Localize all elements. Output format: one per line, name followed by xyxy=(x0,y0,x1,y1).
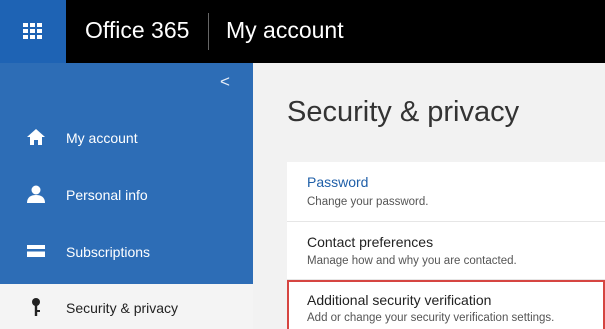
settings-list: Password Change your password. Contact p… xyxy=(287,162,605,329)
home-icon xyxy=(27,129,45,145)
sidebar-item-my-account[interactable]: My account xyxy=(0,113,253,163)
person-icon xyxy=(27,185,45,203)
sidebar-item-label: Personal info xyxy=(66,187,148,203)
top-bar: Office 365 My account xyxy=(0,0,605,63)
app-launcher-button[interactable] xyxy=(0,0,66,63)
setting-description: Change your password. xyxy=(307,196,429,208)
setting-description: Manage how and why you are contacted. xyxy=(307,255,517,267)
key-icon xyxy=(32,298,40,316)
sidebar-item-subscriptions[interactable]: Subscriptions xyxy=(0,227,253,277)
collapse-sidebar-chevron-icon[interactable]: < xyxy=(220,72,230,92)
sidebar-item-security-privacy[interactable]: Security & privacy xyxy=(0,284,253,329)
page-title: Security & privacy xyxy=(287,96,520,128)
app-title[interactable]: Office 365 xyxy=(85,17,189,44)
sidebar-item-label: Security & privacy xyxy=(66,300,179,316)
waffle-icon xyxy=(23,23,42,40)
highlight-box xyxy=(287,280,605,329)
password-setting[interactable]: Password Change your password. xyxy=(287,162,605,219)
setting-title: Contact preferences xyxy=(307,234,434,250)
sidebar-item-personal-info[interactable]: Personal info xyxy=(0,170,253,220)
header-page-name: My account xyxy=(226,17,344,43)
contact-preferences-setting[interactable]: Contact preferences Manage how and why y… xyxy=(287,222,605,278)
sidebar-item-label: Subscriptions xyxy=(66,244,151,260)
header-divider xyxy=(208,13,209,50)
sidebar-item-label: My account xyxy=(66,130,138,146)
setting-title: Password xyxy=(307,174,369,190)
card-icon xyxy=(27,245,45,257)
